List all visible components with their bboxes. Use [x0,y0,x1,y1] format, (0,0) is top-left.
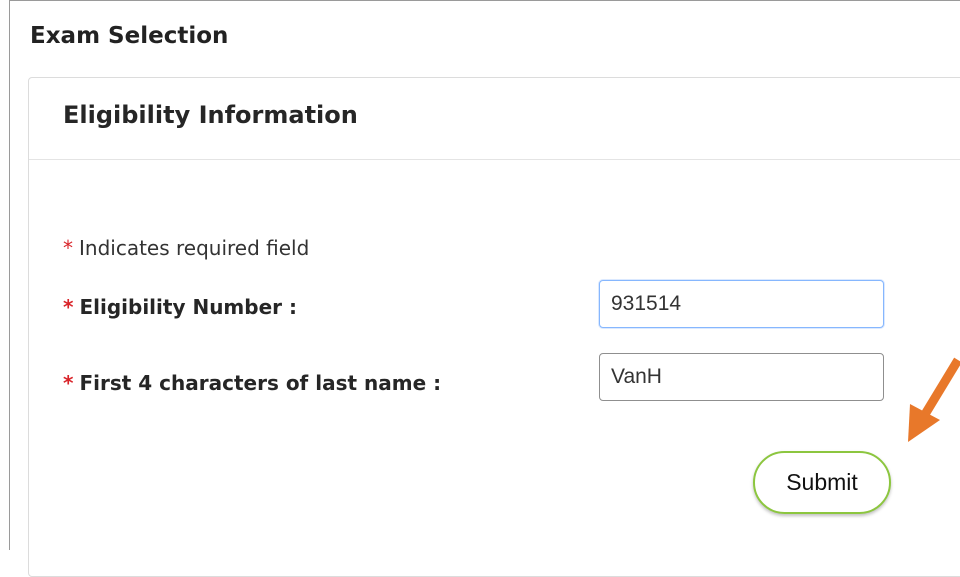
card-header: Eligibility Information [29,78,960,160]
app-frame: Exam Selection Eligibility Information *… [9,0,960,577]
arrow-pointer-icon [908,357,960,442]
eligibility-number-input[interactable] [599,280,884,328]
eligibility-number-label-text: Eligibility Number : [79,295,297,319]
required-asterisk: * [63,371,74,395]
submit-button[interactable]: Submit [753,451,891,514]
required-field-note: * Indicates required field [63,236,309,260]
required-note-text: Indicates required field [79,236,310,260]
required-asterisk: * [63,295,74,319]
last-name-input[interactable] [599,353,884,401]
eligibility-number-label: * Eligibility Number : [63,295,297,319]
page-title: Exam Selection [30,23,229,49]
required-asterisk: * [63,236,73,260]
eligibility-card: Eligibility Information * Indicates requi… [28,77,960,577]
card-title: Eligibility Information [63,101,358,129]
last-name-label: * First 4 characters of last name : [63,371,441,395]
last-name-label-text: First 4 characters of last name : [79,371,442,395]
